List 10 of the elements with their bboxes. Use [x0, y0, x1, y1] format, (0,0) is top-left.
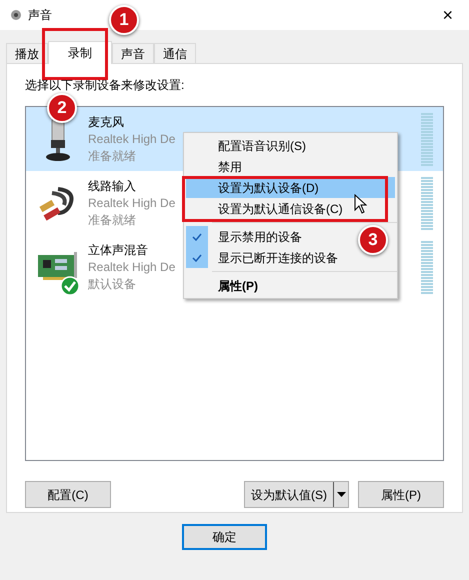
- device-driver: Realtek High De: [88, 130, 176, 148]
- device-name: 麦克风: [88, 114, 125, 130]
- device-name: 线路输入: [88, 178, 137, 194]
- device-status: 准备就绪: [88, 212, 137, 228]
- device-status: 准备就绪: [88, 148, 137, 164]
- window-title: 声音: [28, 7, 52, 24]
- device-driver: Realtek High De: [88, 258, 176, 276]
- device-driver: Realtek High De: [88, 194, 176, 212]
- device-status: 默认设备: [88, 276, 137, 292]
- device-name: 立体声混音: [88, 242, 149, 258]
